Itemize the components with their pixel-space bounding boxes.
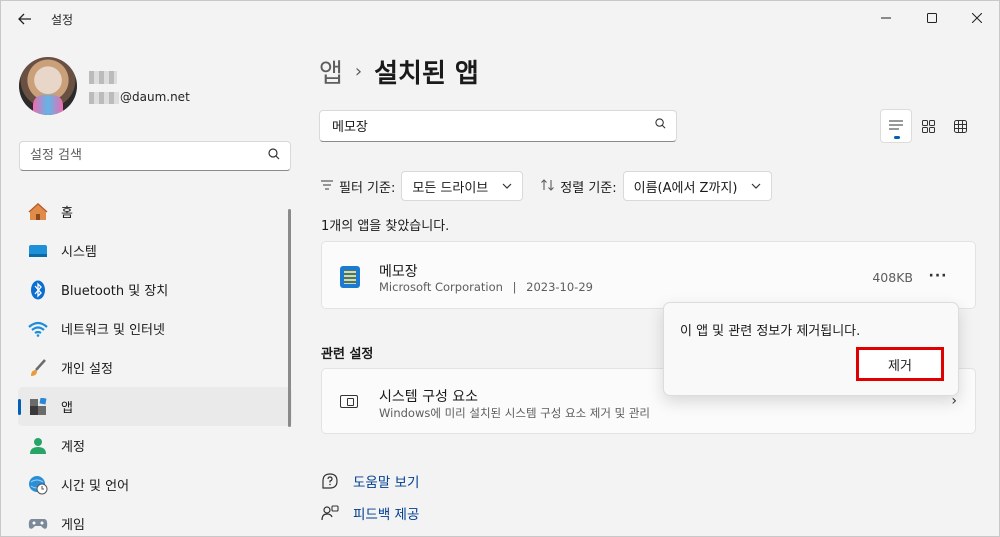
filter-dropdown-value: 모든 드라이브 — [412, 180, 489, 196]
sidebar-item-label: 홈 — [61, 206, 73, 221]
settings-search-input[interactable] — [30, 148, 260, 163]
sort-block: 정렬 기준: 이름(A에서 Z까지) — [541, 171, 773, 201]
app-search-box[interactable] — [319, 110, 677, 142]
more-icon: ··· — [928, 268, 948, 284]
grid-view-button[interactable] — [944, 109, 976, 143]
sidebar-item-label: 시간 및 언어 — [61, 479, 130, 494]
settings-search-box[interactable] — [19, 141, 291, 171]
sidebar-item-label: 게임 — [61, 518, 85, 533]
apps-icon — [28, 397, 48, 417]
close-button[interactable] — [954, 5, 1000, 31]
app-name: 메모장 — [379, 264, 418, 280]
chevron-down-icon — [502, 181, 512, 192]
help-link[interactable]: 도움말 보기 — [319, 465, 419, 497]
list-view-button[interactable] — [880, 109, 912, 143]
tile-view-icon — [921, 119, 935, 133]
page-title: 설치된 앱 — [374, 59, 479, 89]
settings-window: 설정 @daum.net 홈 — [0, 0, 1000, 537]
sort-dropdown[interactable]: 이름(A에서 Z까지) — [622, 171, 773, 201]
related-item-description: Windows에 미리 설치된 시스템 구성 요소 제거 및 관리 — [379, 406, 651, 420]
chevron-down-icon — [751, 181, 761, 192]
app-search-input[interactable] — [332, 118, 632, 133]
app-list-item[interactable]: 메모장 Microsoft Corporation | 2023-10-29 4… — [321, 241, 976, 309]
sidebar-item-time-language[interactable]: 시간 및 언어 — [18, 465, 292, 504]
sidebar-item-apps[interactable]: 앱 — [18, 387, 292, 426]
search-icon[interactable] — [655, 118, 666, 132]
profile-email-suffix: @daum.net — [120, 90, 190, 104]
search-icon[interactable] — [268, 148, 280, 164]
wifi-icon — [28, 319, 48, 339]
help-links: 도움말 보기 피드백 제공 — [319, 465, 419, 529]
sidebar-item-label: 네트워크 및 인터넷 — [61, 323, 165, 338]
breadcrumb: 앱 › 설치된 앱 — [319, 53, 479, 90]
feedback-icon — [319, 504, 341, 522]
sidebar-item-accounts[interactable]: 계정 — [18, 426, 292, 465]
minimize-icon — [881, 17, 891, 19]
feedback-link-text[interactable]: 피드백 제공 — [353, 503, 419, 523]
app-meta-separator: | — [512, 280, 517, 294]
back-arrow-icon — [18, 13, 31, 25]
tile-view-button[interactable] — [912, 109, 944, 143]
help-link-text[interactable]: 도움말 보기 — [353, 471, 419, 491]
sidebar-item-system[interactable]: 시스템 — [18, 231, 292, 270]
sort-dropdown-value: 이름(A에서 Z까지) — [633, 180, 738, 196]
home-icon — [28, 202, 48, 222]
sort-label: 정렬 기준: — [560, 180, 617, 196]
profile-name-redacted — [89, 71, 117, 84]
filter-label: 필터 기준: — [339, 180, 396, 196]
maximize-icon — [927, 13, 937, 23]
breadcrumb-separator: › — [354, 61, 363, 82]
maximize-button[interactable] — [909, 5, 955, 31]
sidebar-item-label: 계정 — [61, 440, 85, 455]
title-bar: 설정 — [1, 1, 999, 35]
app-install-date: 2023-10-29 — [526, 280, 593, 294]
avatar — [19, 57, 77, 115]
related-settings-heading: 관련 설정 — [321, 347, 374, 362]
view-toggle — [880, 109, 976, 143]
back-button[interactable] — [11, 9, 39, 29]
filter-sort-row: 필터 기준: 모든 드라이브 정렬 기준: 이름(A에서 Z까지) — [321, 171, 773, 201]
system-icon — [28, 241, 48, 261]
list-view-icon — [889, 120, 903, 130]
breadcrumb-parent[interactable]: 앱 — [319, 53, 343, 90]
account-icon — [28, 436, 48, 456]
more-options-button[interactable]: ··· — [923, 264, 953, 288]
uninstall-confirm-flyout: 이 앱 및 관련 정보가 제거됩니다. 제거 — [663, 302, 959, 396]
related-item-title: 시스템 구성 요소 — [379, 389, 479, 405]
filter-icon — [321, 179, 333, 193]
sidebar-item-label: Bluetooth 및 장치 — [61, 284, 169, 299]
window-title: 설정 — [51, 13, 74, 27]
sidebar-item-bluetooth[interactable]: Bluetooth 및 장치 — [18, 270, 292, 309]
profile-email: @daum.net — [89, 90, 190, 104]
sidebar-item-label: 앱 — [61, 401, 73, 416]
minimize-button[interactable] — [863, 5, 909, 31]
brush-icon — [28, 358, 48, 378]
sort-icon — [541, 178, 555, 194]
sidebar-item-label: 시스템 — [61, 245, 97, 260]
app-publisher: Microsoft Corporation — [379, 280, 503, 294]
sidebar-item-label: 개인 설정 — [61, 362, 113, 377]
time-language-icon — [28, 475, 48, 495]
sidebar-item-personalization[interactable]: 개인 설정 — [18, 348, 292, 387]
app-size: 408KB — [872, 270, 913, 285]
notepad-icon — [340, 266, 360, 288]
sidebar-scrollbar[interactable] — [288, 209, 291, 427]
system-components-icon — [340, 395, 358, 408]
sidebar-nav: 홈 시스템 Bluetooth 및 장치 네트워크 및 인터넷 개인 설정 앱 … — [18, 192, 292, 537]
help-icon — [319, 472, 341, 490]
uninstall-button[interactable]: 제거 — [856, 347, 944, 381]
feedback-link[interactable]: 피드백 제공 — [319, 497, 419, 529]
bluetooth-icon — [28, 280, 48, 300]
sidebar-item-gaming[interactable]: 게임 — [18, 504, 292, 537]
app-meta: Microsoft Corporation | 2023-10-29 — [379, 280, 593, 294]
filter-dropdown[interactable]: 모든 드라이브 — [401, 171, 524, 201]
flyout-message: 이 앱 및 관련 정보가 제거됩니다. — [680, 324, 861, 339]
gaming-icon — [28, 514, 48, 534]
sidebar-item-home[interactable]: 홈 — [18, 192, 292, 231]
sidebar-item-network[interactable]: 네트워크 및 인터넷 — [18, 309, 292, 348]
grid-view-icon — [953, 119, 967, 133]
close-icon — [972, 13, 982, 23]
result-count: 1개의 앱을 찾았습니다. — [321, 219, 450, 234]
